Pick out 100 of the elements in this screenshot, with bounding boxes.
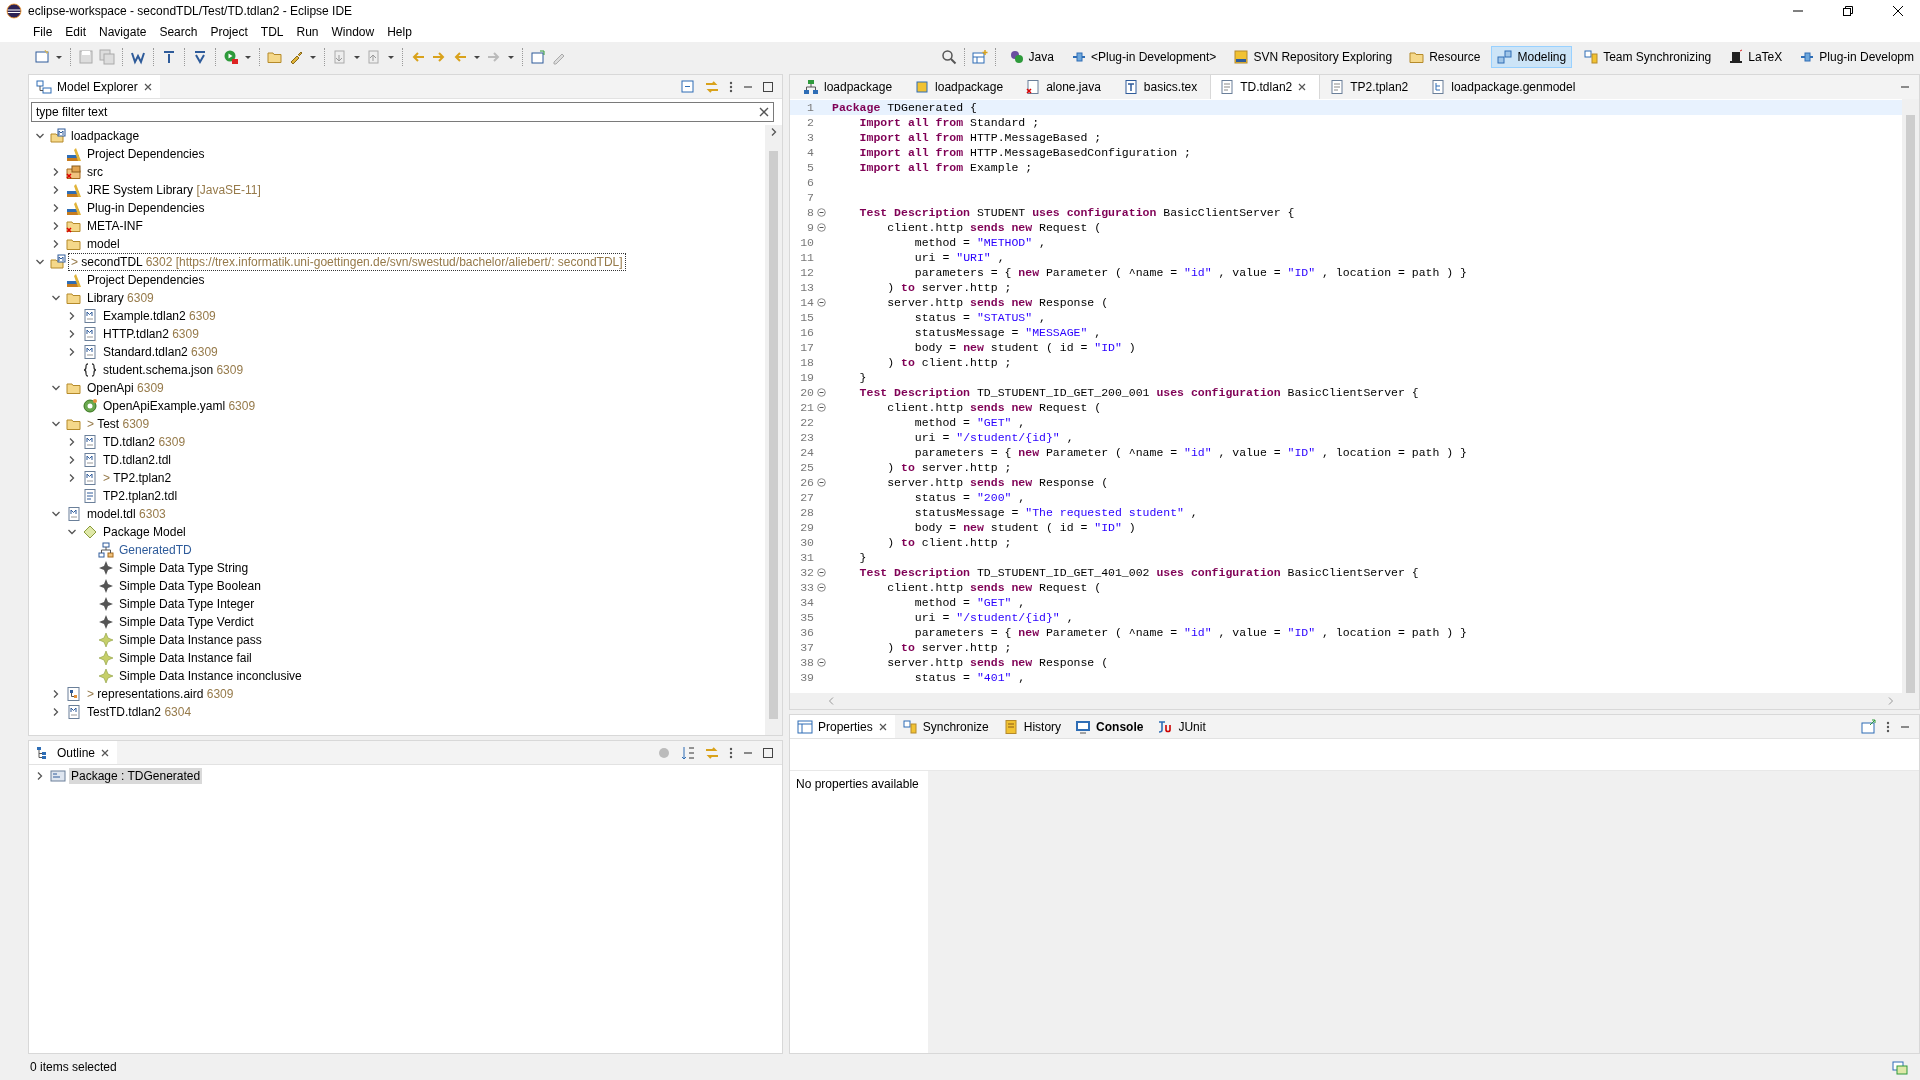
close-icon[interactable] [877, 721, 888, 732]
tree-item[interactable]: Package : TDGenerated [69, 768, 203, 784]
tree-item[interactable]: TP2.tplan2.tdl [101, 488, 180, 504]
open-console-icon[interactable] [1861, 718, 1877, 735]
editor-tab[interactable]: loadpackage [905, 75, 1017, 99]
menu-item[interactable]: TDL [254, 25, 291, 39]
menu-item[interactable]: Run [290, 25, 326, 39]
editor-tab[interactable]: TD.tdlan2 [1210, 75, 1321, 99]
tree-item[interactable]: HTTP.tdlan2 6309 [101, 326, 201, 342]
fold-icon[interactable] [816, 208, 826, 217]
tree-item[interactable]: JRE System Library [JavaSE-11] [85, 182, 263, 198]
scrollbar[interactable] [790, 693, 1902, 709]
open-perspective-icon[interactable] [971, 49, 988, 65]
close-icon[interactable] [100, 747, 111, 758]
scrollbar[interactable] [765, 125, 782, 735]
run-icon[interactable] [223, 49, 239, 65]
editor-tab[interactable]: alone.java [1016, 75, 1114, 99]
collapse-all-icon[interactable] [680, 78, 696, 95]
sort-icon[interactable] [680, 744, 696, 761]
fold-icon[interactable] [816, 478, 826, 487]
tree-item[interactable]: Standard.tdlan2 6309 [101, 344, 220, 360]
perspective-button[interactable]: SVN Repository Exploring [1227, 46, 1399, 68]
fold-icon[interactable] [816, 658, 826, 667]
close-icon[interactable] [142, 81, 153, 92]
tree-item[interactable]: Simple Data Type Integer [117, 596, 257, 612]
tree-item[interactable]: OpenApi 6309 [85, 380, 166, 396]
scrollbar[interactable] [1902, 99, 1919, 709]
chevron-right-icon[interactable] [35, 771, 45, 781]
tree-item[interactable]: Example.tdlan2 6309 [101, 308, 218, 324]
view-menu-icon[interactable] [1885, 719, 1891, 734]
editor-tab[interactable]: TP2.tplan2 [1320, 75, 1422, 99]
chevron-down-icon[interactable] [35, 257, 45, 267]
view-menu-icon[interactable] [728, 79, 734, 94]
tree-item[interactable]: GeneratedTD [117, 542, 194, 558]
tree-item[interactable]: loadpackage [69, 128, 142, 144]
chevron-down-icon[interactable] [35, 131, 45, 141]
view-tab[interactable]: JUnit [1150, 715, 1213, 738]
perspective-button[interactable]: Resource [1403, 46, 1487, 68]
filter-field[interactable]: type filter text [31, 102, 774, 122]
tree-item[interactable]: Simple Data Instance fail [117, 650, 254, 666]
fold-icon[interactable] [816, 568, 826, 577]
fold-icon[interactable] [816, 298, 826, 307]
perspective-button[interactable]: LaTeX [1722, 46, 1789, 68]
view-tab[interactable]: Console [1068, 715, 1151, 738]
tree-item[interactable]: model.tdl 6303 [85, 506, 168, 522]
tree-item[interactable]: TD.tdlan2.tdl [101, 452, 174, 468]
view-tab[interactable]: Properties [790, 715, 895, 738]
menu-item[interactable]: Navigate [93, 25, 154, 39]
menu-item[interactable]: Search [153, 25, 205, 39]
down-arrow-icon[interactable] [192, 49, 208, 65]
tree-item[interactable]: > representations.aird 6309 [85, 686, 236, 702]
view-tab[interactable]: Outline [29, 741, 118, 764]
brush-icon[interactable] [288, 49, 304, 65]
open-folder-icon[interactable] [267, 49, 283, 65]
tree-item[interactable]: Simple Data Type Verdict [117, 614, 256, 630]
tree-item[interactable]: Simple Data Instance pass [117, 632, 264, 648]
tree-item[interactable]: model [85, 236, 122, 252]
fold-icon[interactable] [816, 223, 826, 232]
chevron-down-icon[interactable] [51, 383, 61, 393]
view-tab[interactable]: History [995, 715, 1069, 738]
pin-editor-icon[interactable] [530, 49, 546, 65]
tree-item[interactable]: > secondTDL 6302 [https://trex.informatik.uni-goettingen.de/svn/swestud/bachelor/aliebert/: secondTDL] [69, 254, 625, 270]
perspective-button[interactable]: Plug-in Developm [1793, 46, 1920, 68]
tree-item[interactable]: OpenApiExample.yaml 6309 [101, 398, 258, 414]
fold-icon[interactable] [816, 403, 826, 412]
menu-item[interactable]: Help [381, 25, 419, 39]
perspective-button[interactable]: Team Synchronizing [1577, 46, 1718, 68]
tree-item[interactable]: Plug-in Dependencies [85, 200, 207, 216]
tree-item[interactable]: Project Dependencies [85, 272, 207, 288]
tree-item[interactable]: Project Dependencies [85, 146, 207, 162]
tree-item[interactable]: META-INF [85, 218, 145, 234]
chevron-down-icon[interactable] [51, 419, 61, 429]
tree-item[interactable]: Library 6309 [85, 290, 156, 306]
view-tab[interactable]: Synchronize [894, 715, 996, 738]
tree-item[interactable]: TestTD.tdlan2 6304 [85, 704, 194, 720]
menu-item[interactable]: Edit [59, 25, 94, 39]
tree-item[interactable]: Simple Data Type String [117, 560, 251, 576]
menu-item[interactable]: File [27, 25, 60, 39]
perspective-button[interactable]: Java [1002, 46, 1060, 68]
editor-tab[interactable]: loadpackage [794, 75, 906, 99]
perspective-button[interactable]: Modeling [1491, 46, 1573, 68]
tree-item[interactable]: TD.tdlan2 6309 [101, 434, 188, 450]
editor-tab[interactable]: loadpackage.genmodel [1421, 75, 1589, 99]
view-tab[interactable]: Model Explorer [29, 75, 160, 98]
tree-item[interactable]: Simple Data Instance inconclusive [117, 668, 304, 684]
clear-icon[interactable] [759, 107, 769, 117]
tree-item[interactable]: > Test 6309 [85, 416, 152, 432]
tree-item[interactable]: > TP2.tplan2 [101, 470, 174, 486]
view-menu-icon[interactable] [728, 745, 734, 760]
fold-icon[interactable] [816, 583, 826, 592]
menu-item[interactable]: Window [325, 25, 382, 39]
fold-icon[interactable] [816, 388, 826, 397]
tree-item[interactable]: Package Model [101, 524, 188, 540]
search-icon[interactable] [940, 49, 957, 65]
tree-item[interactable]: student.schema.json 6309 [101, 362, 246, 378]
tree-item[interactable]: Simple Data Type Boolean [117, 578, 263, 594]
maximize-icon[interactable] [762, 80, 774, 93]
maximize-icon[interactable] [762, 746, 774, 759]
menu-item[interactable]: Project [204, 25, 255, 39]
tree-item[interactable]: src [85, 164, 105, 180]
